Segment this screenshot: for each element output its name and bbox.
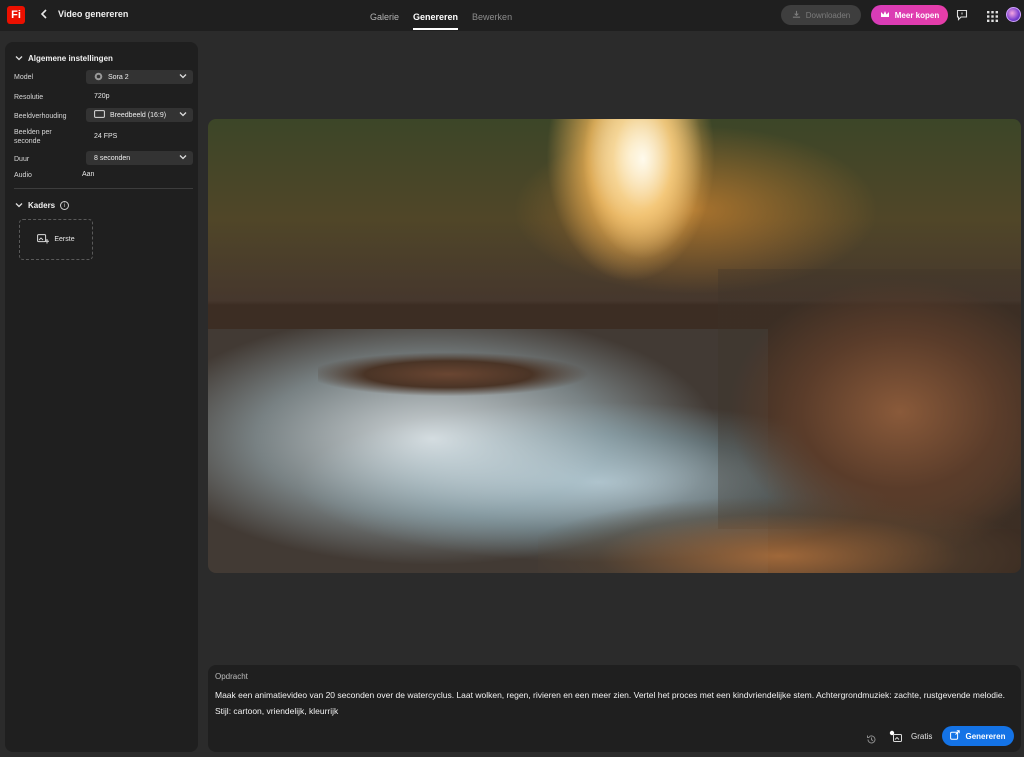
avatar[interactable] bbox=[1006, 7, 1021, 22]
aspect-ratio-label: Beeldverhouding bbox=[14, 113, 67, 120]
aspect-ratio-select[interactable]: Breedbeeld (16:9) bbox=[86, 108, 193, 122]
general-settings-title: Algemene instellingen bbox=[28, 54, 113, 63]
crown-icon bbox=[880, 10, 890, 21]
page-title: Video genereren bbox=[58, 9, 129, 19]
preview-foreground bbox=[538, 489, 1021, 573]
chevron-left-icon[interactable] bbox=[38, 7, 50, 23]
fps-label-line2: seconde bbox=[14, 138, 41, 145]
credit-status: Gratis bbox=[911, 732, 933, 741]
download-icon bbox=[792, 10, 801, 21]
download-button[interactable]: Downloaden bbox=[781, 5, 861, 25]
history-icon[interactable] bbox=[866, 732, 877, 744]
tab-galerie[interactable]: Galerie bbox=[370, 0, 399, 31]
aspect-ratio-value: Breedbeeld (16:9) bbox=[110, 111, 167, 119]
frames-title: Kaders bbox=[28, 201, 56, 210]
preview-rock-mid bbox=[318, 344, 608, 399]
feedback-icon[interactable] bbox=[956, 8, 968, 21]
app-logo[interactable]: Fi bbox=[7, 6, 25, 24]
chevron-down-icon bbox=[179, 153, 187, 162]
prompt-panel: Opdracht Maak een animatievideo van 20 s… bbox=[208, 665, 1021, 752]
top-bar: Fi Video genereren Galerie Genereren Bew… bbox=[0, 0, 1024, 31]
video-preview-image[interactable] bbox=[208, 119, 1021, 573]
chevron-down-icon bbox=[15, 202, 23, 210]
model-label: Model bbox=[14, 74, 34, 81]
first-frame-upload[interactable]: Eerste bbox=[19, 219, 93, 260]
sora-model-icon bbox=[94, 72, 103, 83]
apps-grid-icon[interactable] bbox=[987, 9, 998, 22]
generate-icon bbox=[950, 730, 961, 742]
tab-genereren[interactable]: Genereren bbox=[413, 0, 459, 31]
fps-label-line1: Beelden per bbox=[14, 129, 52, 136]
duration-label: Duur bbox=[14, 156, 30, 163]
resolution-value: 720p bbox=[94, 93, 110, 100]
audio-label: Audio bbox=[14, 172, 32, 179]
resolution-label: Resolutie bbox=[14, 94, 44, 101]
frames-header[interactable]: Kaders i bbox=[15, 201, 70, 210]
credits-icon bbox=[889, 730, 903, 743]
prompt-label: Opdracht bbox=[215, 672, 248, 681]
duration-select[interactable]: 8 seconden bbox=[86, 151, 193, 165]
chevron-down-icon bbox=[179, 72, 187, 81]
main-tabs: Galerie Genereren Bewerken bbox=[370, 0, 512, 31]
first-frame-label: Eerste bbox=[54, 236, 75, 243]
chevron-down-icon bbox=[179, 110, 187, 119]
generate-label: Genereren bbox=[965, 731, 1006, 741]
fps-label: Beelden per seconde bbox=[14, 128, 52, 146]
model-select[interactable]: Sora 2 bbox=[86, 70, 193, 84]
info-icon[interactable]: i bbox=[60, 201, 70, 210]
buy-more-button[interactable]: Meer kopen bbox=[871, 5, 948, 25]
fps-value: 24 FPS bbox=[94, 133, 118, 140]
model-value: Sora 2 bbox=[108, 73, 129, 81]
chevron-down-icon bbox=[15, 55, 23, 63]
download-label: Downloaden bbox=[805, 10, 851, 20]
add-image-icon bbox=[37, 233, 50, 246]
audio-value[interactable]: Aan bbox=[82, 171, 94, 178]
buy-more-label: Meer kopen bbox=[894, 10, 940, 20]
generate-button[interactable]: Genereren bbox=[942, 726, 1014, 746]
general-settings-header[interactable]: Algemene instellingen bbox=[15, 54, 113, 63]
settings-sidebar: Algemene instellingen Model Sora 2 Resol… bbox=[5, 42, 198, 752]
prompt-input[interactable]: Maak een animatievideo van 20 seconden o… bbox=[215, 687, 1015, 719]
widescreen-icon bbox=[94, 110, 105, 120]
tab-bewerken[interactable]: Bewerken bbox=[472, 0, 512, 31]
preview-sunlight bbox=[578, 119, 708, 319]
sidebar-divider bbox=[14, 188, 193, 189]
duration-value: 8 seconden bbox=[94, 154, 131, 162]
